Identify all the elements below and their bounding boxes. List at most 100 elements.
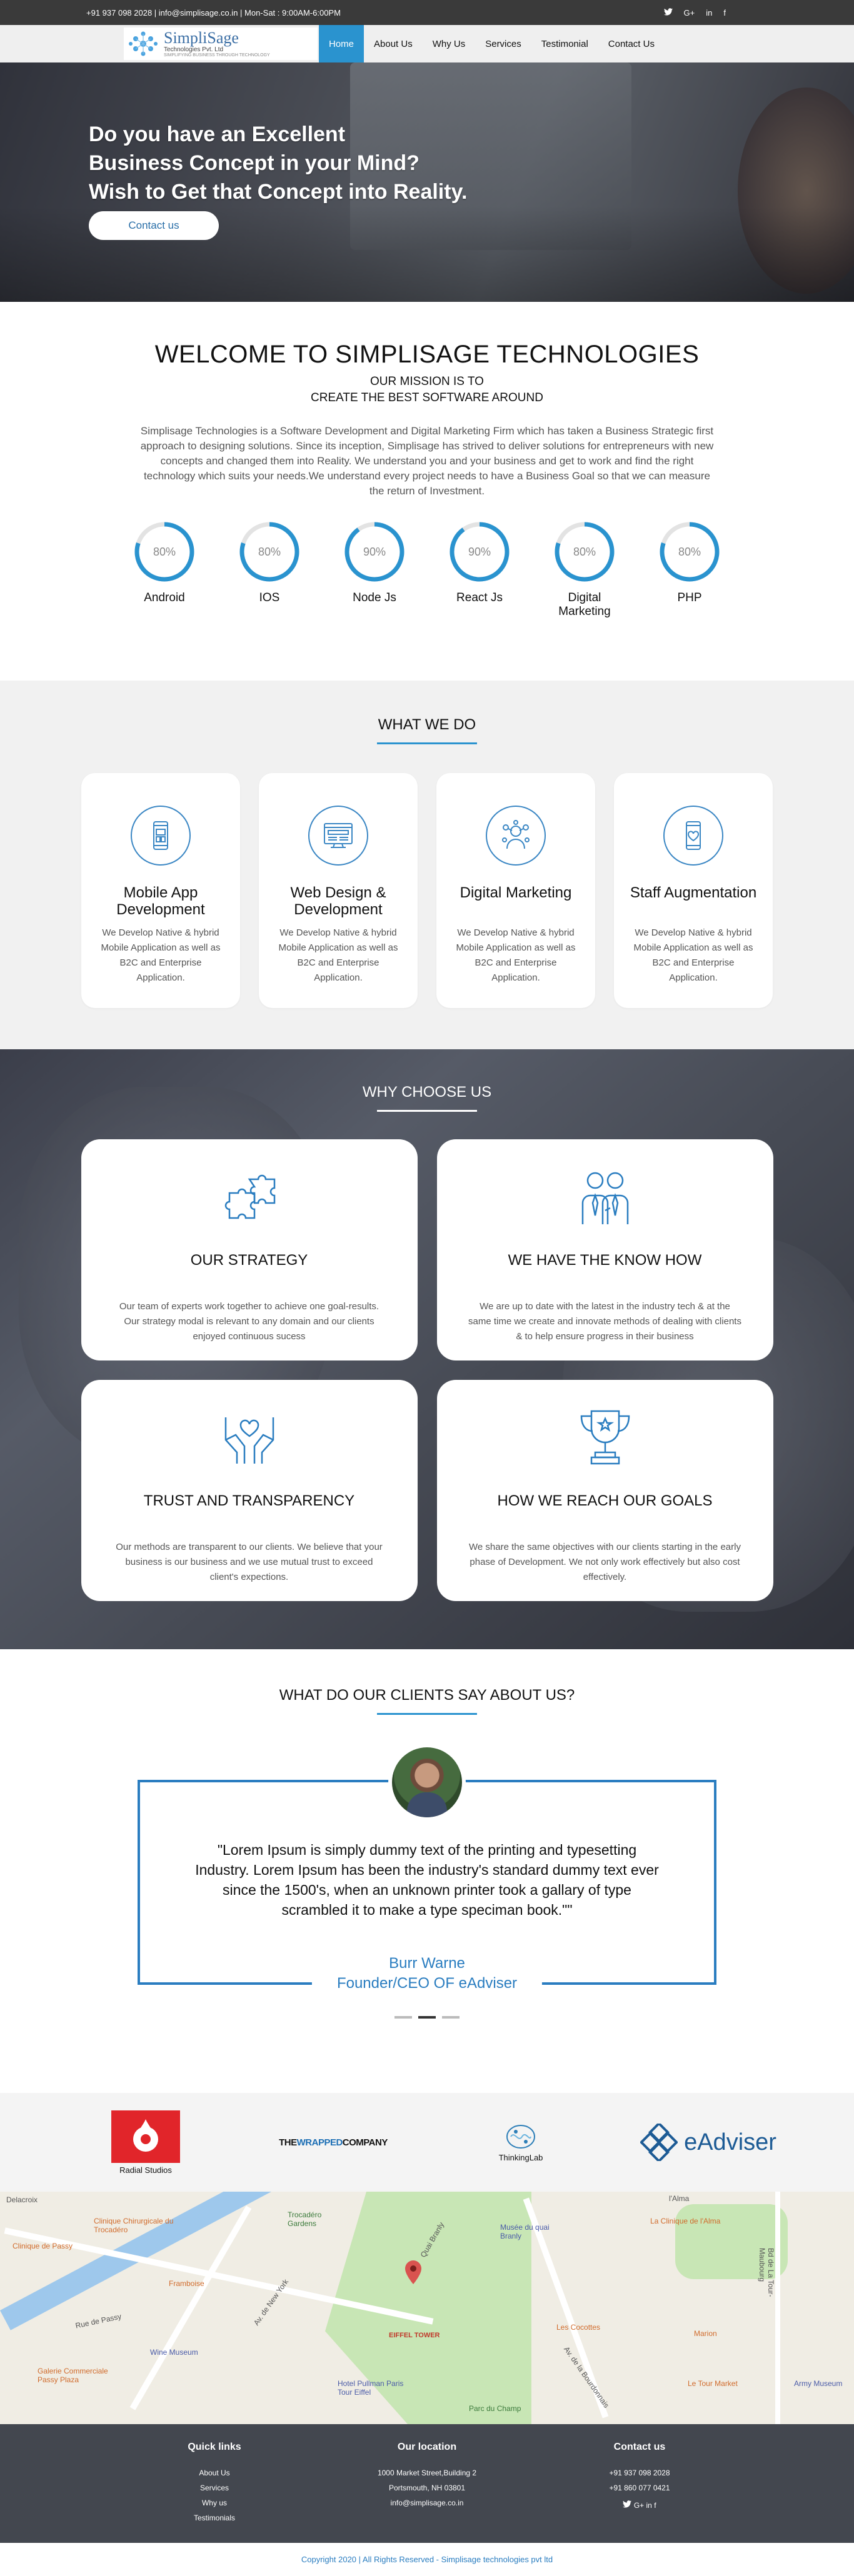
- service-description: We Develop Native & hybrid Mobile Applic…: [101, 927, 221, 983]
- skill-name: Node Js: [353, 591, 396, 604]
- footer-link-about[interactable]: About Us: [155, 2465, 274, 2480]
- footer-link-why-us[interactable]: Why us: [155, 2495, 274, 2510]
- author-role: Founder/CEO OF eAdviser: [336, 1975, 518, 1992]
- footer-heading: Quick links: [188, 2442, 241, 2452]
- google-plus-icon[interactable]: G+: [684, 8, 695, 17]
- skill-progress-ring: 90%: [449, 521, 510, 582]
- avatar: [388, 1744, 466, 1821]
- map-label: Delacroix: [6, 2195, 38, 2204]
- nav-home[interactable]: Home: [319, 25, 364, 62]
- nav-about-us[interactable]: About Us: [364, 25, 423, 62]
- nav-contact-us[interactable]: Contact Us: [598, 25, 665, 62]
- map-label: La Clinique de l'Alma: [650, 2217, 721, 2225]
- trophy-icon: [468, 1405, 742, 1474]
- client-logo-radial: Radial Studios: [52, 2110, 239, 2175]
- skill-item: 90% Node Js: [344, 521, 405, 619]
- service-card[interactable]: Mobile App Development We Develop Native…: [81, 773, 240, 1008]
- facebook-icon[interactable]: f: [654, 2501, 656, 2510]
- why-title: WE HAVE THE KNOW HOW: [508, 1252, 702, 1269]
- skill-name: Android: [144, 591, 185, 604]
- facebook-icon[interactable]: f: [723, 8, 726, 17]
- staff-augmentation-icon: [663, 806, 723, 866]
- service-description: We Develop Native & hybrid Mobile Applic…: [278, 927, 398, 983]
- main-nav: Home About Us Why Us Services Testimonia…: [319, 25, 665, 62]
- footer-address-2: Portsmouth, NH 03801: [388, 2484, 466, 2492]
- skill-progress-ring: 90%: [344, 521, 405, 582]
- why-title: OUR STRATEGY: [190, 1252, 308, 1269]
- contact-us-button[interactable]: Contact us: [89, 211, 219, 240]
- skill-name: Digital Marketing: [558, 591, 611, 618]
- client-logo-wrapped: THEWRAPPEDCOMPANY: [239, 2137, 427, 2148]
- what-we-do-section: WHAT WE DO Mobile App Development We Dev…: [0, 681, 854, 1049]
- twitter-icon[interactable]: [663, 7, 673, 17]
- skill-name: React Js: [456, 591, 503, 604]
- twitter-icon[interactable]: [623, 2500, 633, 2510]
- radial-studios-logo-icon: [111, 2110, 180, 2163]
- skill-item: 80% Android: [134, 521, 195, 619]
- map-label: EIFFEL TOWER: [389, 2332, 440, 2339]
- title-underline: [377, 1713, 477, 1715]
- linkedin-icon[interactable]: in: [706, 8, 712, 17]
- skill-progress-ring: 80%: [134, 521, 195, 582]
- footer-social-links: G+ in f: [580, 2498, 699, 2513]
- footer-link-testimonials[interactable]: Testimonials: [155, 2510, 274, 2525]
- skill-progress-ring: 80%: [659, 521, 720, 582]
- why-description: Our team of experts work together to ach…: [119, 1301, 379, 1342]
- footer-email[interactable]: info@simplisage.co.in: [368, 2495, 486, 2510]
- skills-list: 80% Android 80% IOS 90% Node Js 90% Reac…: [0, 521, 854, 619]
- testimonial-card: "Lorem Ipsum is simply dummy text of the…: [138, 1744, 716, 1994]
- wrapped-mid: WRAPPED: [296, 2137, 343, 2148]
- nav-testimonial[interactable]: Testimonial: [531, 25, 598, 62]
- map-label: Bd de La Tour-Maubourg: [758, 2248, 775, 2297]
- hero-line-2: Business Concept in your Mind?: [89, 151, 419, 175]
- skill-item: 80% Digital Marketing: [554, 521, 615, 619]
- why-description: We are up to date with the latest in the…: [468, 1301, 741, 1342]
- site-logo[interactable]: SimpliSage Technologies Pvt. Ltd SIMPLIF…: [124, 27, 318, 60]
- location-map[interactable]: Delacroix Clinique Chirurgicale du Troca…: [0, 2192, 854, 2424]
- map-label: Trocadéro Gardens: [288, 2210, 322, 2228]
- map-label: Hotel Pullman Paris Tour Eiffel: [338, 2379, 404, 2397]
- map-label: Framboise: [169, 2279, 204, 2288]
- google-plus-icon[interactable]: G+: [634, 2501, 644, 2510]
- site-footer: Quick links About Us Services Why us Tes…: [0, 2424, 854, 2543]
- footer-heading: Contact us: [613, 2442, 666, 2452]
- logo-name: SimpliSage: [164, 29, 239, 47]
- client-logo-eadviser: eAdviser: [615, 2124, 802, 2161]
- service-card[interactable]: Web Design & Development We Develop Nati…: [259, 773, 418, 1008]
- testimonial-author: Burr Warne Founder/CEO OF eAdviser: [311, 1954, 543, 1994]
- client-name: Radial Studios: [119, 2165, 172, 2175]
- hero-banner: Do you have an Excellent Business Concep…: [0, 62, 854, 302]
- service-card[interactable]: Digital Marketing We Develop Native & hy…: [436, 773, 595, 1008]
- map-pin-icon[interactable]: [405, 2260, 421, 2284]
- nav-why-us[interactable]: Why Us: [423, 25, 476, 62]
- skill-percent: 90%: [468, 545, 491, 558]
- carousel-dot-active[interactable]: [418, 2016, 436, 2019]
- top-bar: +91 937 098 2028 | info@simplisage.co.in…: [0, 0, 854, 25]
- thinkinglab-logo-icon: [506, 2124, 535, 2149]
- service-title: Mobile App Development: [116, 884, 205, 918]
- service-card[interactable]: Staff Augmentation We Develop Native & h…: [614, 773, 773, 1008]
- nav-services[interactable]: Services: [475, 25, 531, 62]
- hero-line-1: Do you have an Excellent: [89, 122, 346, 146]
- service-cards: Mobile App Development We Develop Native…: [0, 773, 854, 1008]
- footer-link-services[interactable]: Services: [155, 2480, 274, 2495]
- client-name: ThinkingLab: [498, 2152, 543, 2162]
- map-label: Marion: [694, 2329, 717, 2338]
- logo-mark-icon: [128, 30, 159, 57]
- map-label: Le Tour Market: [688, 2379, 738, 2388]
- why-title: HOW WE REACH OUR GOALS: [497, 1492, 713, 1509]
- puzzle-icon: [113, 1164, 386, 1233]
- linkedin-icon[interactable]: in: [646, 2501, 652, 2510]
- skill-item: 90% React Js: [449, 521, 510, 619]
- wrapped-company-logo: THEWRAPPEDCOMPANY: [279, 2137, 388, 2148]
- footer-address-1: 1000 Market Street,Building 2: [377, 2469, 477, 2477]
- skill-percent: 80%: [258, 545, 281, 558]
- client-logos: Radial Studios THEWRAPPEDCOMPANY Thinkin…: [0, 2093, 854, 2192]
- carousel-dot[interactable]: [442, 2016, 460, 2019]
- skill-percent: 90%: [363, 545, 386, 558]
- why-description: Our methods are transparent to our clien…: [116, 1542, 383, 1582]
- mission-line-1: OUR MISSION IS TO: [370, 375, 484, 388]
- service-title: Digital Marketing: [460, 884, 572, 901]
- carousel-dot[interactable]: [394, 2016, 412, 2019]
- eadviser-logo-icon: [640, 2124, 678, 2161]
